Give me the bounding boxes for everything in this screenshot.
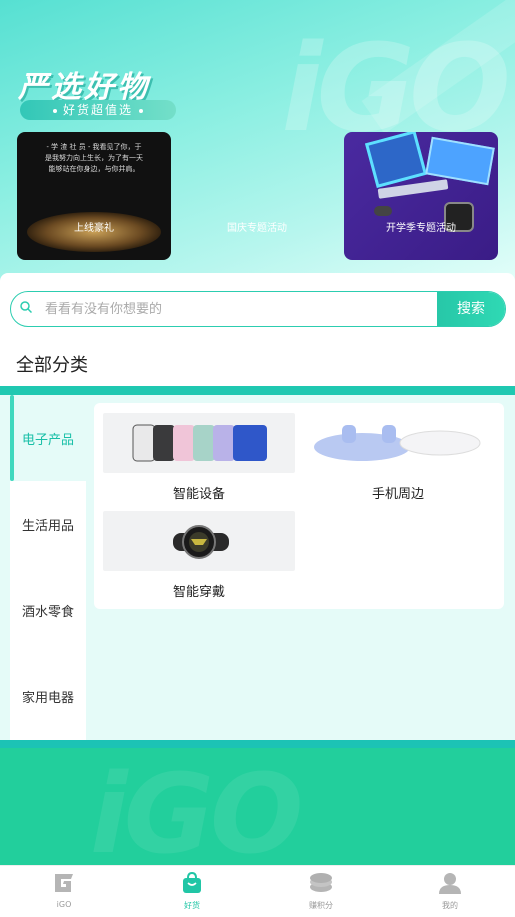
product-name: 智能穿戴 <box>172 585 225 600</box>
phone-image <box>425 136 495 186</box>
tab-label: 赚积分 <box>309 901 333 910</box>
product-name: 智能设备 <box>172 487 225 502</box>
promo-poem-text: - 学 渣 社 员 - 我看见了你，于是我努力向上生长，为了有一天能够站在你身边… <box>45 143 143 173</box>
search-button[interactable]: 搜索 <box>437 292 505 326</box>
shopping-bag-icon <box>183 871 201 893</box>
smartwatch-icon <box>173 525 229 559</box>
igo-watermark: iGO <box>90 750 304 865</box>
product-smart-devices[interactable]: 智能设备 <box>103 413 295 502</box>
watch-image <box>103 511 295 571</box>
promo-card-back-to-school[interactable]: 开学季专题活动 <box>344 132 498 260</box>
dot-icon <box>139 108 143 113</box>
section-title: 全部分类 <box>16 355 88 376</box>
search-input[interactable] <box>43 292 437 326</box>
tab-label: iGO <box>56 900 72 909</box>
coins-icon <box>310 873 332 892</box>
hero-subtitle-pill: 好货超值选 <box>20 100 176 120</box>
promo-card-national-day[interactable]: 国庆专题活动 <box>180 132 334 260</box>
tab-label: 我的 <box>442 901 458 910</box>
earbuds-case-icon <box>314 425 481 461</box>
subcategory-card: 智能设备 手机周边 智能穿戴 <box>94 403 504 609</box>
sidebar-item-electronics[interactable]: 电子产品 <box>10 395 86 481</box>
earbuds-image <box>374 206 392 216</box>
tablet-image <box>364 132 428 188</box>
hero-banner: iGO 严选好物 好货超值选 - 学 渣 社 员 - 我看见了你，于是我努力向上… <box>0 0 515 300</box>
promo-label: 国庆专题活动 <box>227 223 287 234</box>
tab-label: 好货 <box>184 901 200 910</box>
product-name: 手机周边 <box>371 487 424 502</box>
tab-goods[interactable]: 好货 <box>162 871 222 911</box>
search-bar: 搜索 <box>10 291 506 327</box>
footer-topline <box>0 740 515 748</box>
user-icon <box>439 873 461 894</box>
phone-lineup-icon <box>132 424 267 462</box>
dot-icon <box>52 108 57 113</box>
search-icon <box>20 301 32 313</box>
category-area: 电子产品 生活用品 酒水零食 家用电器 智能设备 手机周边 智能穿戴 <box>0 395 515 740</box>
tab-igo[interactable]: iGO <box>34 872 94 909</box>
product-phone-accessories[interactable]: 手机周边 <box>302 413 494 502</box>
promo-label: 开学季专题活动 <box>386 223 456 234</box>
footer-banner: iGO <box>0 740 515 865</box>
tab-mine[interactable]: 我的 <box>420 872 480 911</box>
bottom-tab-bar: iGO 好货 赚积分 我的 <box>0 865 515 917</box>
search-panel: 搜索 全部分类 <box>0 273 515 387</box>
igo-logo-icon <box>55 874 73 892</box>
tab-earn-points[interactable]: 赚积分 <box>291 872 351 911</box>
category-sidebar: 电子产品 生活用品 酒水零食 家用电器 <box>10 395 86 740</box>
sidebar-item-daily-goods[interactable]: 生活用品 <box>10 481 86 567</box>
promo-card-gift[interactable]: - 学 渣 社 员 - 我看见了你，于是我努力向上生长，为了有一天能够站在你身边… <box>17 132 171 260</box>
product-smart-wearables[interactable]: 智能穿戴 <box>103 511 295 600</box>
earbuds-image <box>302 413 494 473</box>
sidebar-item-home-appliances[interactable]: 家用电器 <box>10 653 86 739</box>
promo-label: 上线豪礼 <box>74 223 114 234</box>
hero-subtitle: 好货超值选 <box>62 103 133 117</box>
sidebar-item-drinks-snacks[interactable]: 酒水零食 <box>10 567 86 653</box>
phones-image <box>103 413 295 473</box>
